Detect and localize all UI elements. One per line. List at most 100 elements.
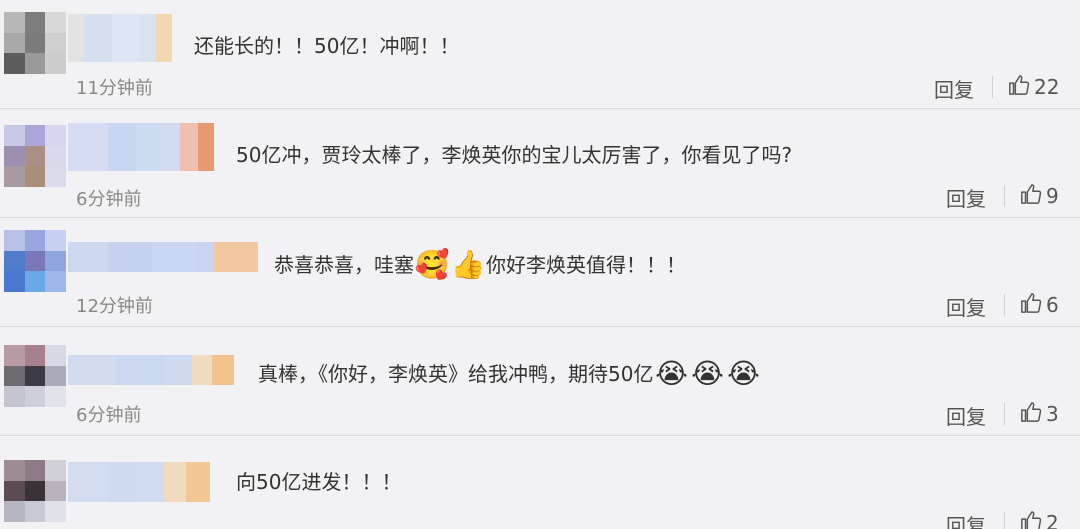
- avatar[interactable]: [4, 230, 66, 292]
- like-button[interactable]: 3: [1020, 399, 1059, 429]
- thumbs-up-icon: [1020, 182, 1042, 211]
- comment-time: 6分钟前: [76, 405, 142, 426]
- reply-button[interactable]: 回复: [934, 74, 974, 103]
- avatar-pixel: [4, 386, 25, 407]
- nickname-pixel: [108, 123, 136, 171]
- reply-button[interactable]: 回复: [946, 183, 986, 212]
- avatar-pixel: [24, 230, 46, 251]
- avatar-pixel: [24, 145, 46, 167]
- divider: [1004, 185, 1005, 207]
- avatar[interactable]: [4, 460, 66, 522]
- reply-button[interactable]: 回复: [946, 401, 986, 430]
- nickname-pixel: [196, 242, 214, 272]
- nickname-pixel: [152, 242, 196, 272]
- thumbs-up-icon: [1020, 291, 1042, 320]
- avatar-pixel: [4, 230, 25, 251]
- reply-button[interactable]: 回复: [946, 292, 986, 321]
- nickname-pixel: [214, 242, 258, 272]
- avatar-pixel: [4, 480, 25, 502]
- reply-button[interactable]: 回复: [946, 510, 986, 529]
- comment-item: 向50亿进发！！！ 回复 2: [0, 436, 1080, 529]
- thumbs-up-emoji-icon: 👍: [450, 248, 486, 281]
- avatar-pixel: [45, 460, 66, 481]
- avatar-pixel: [4, 460, 25, 481]
- like-button[interactable]: 6: [1020, 290, 1059, 320]
- avatar-pixel: [24, 250, 46, 272]
- comment-item: 真棒，《你好，李焕英》给我冲鸭，期待50亿 😭 😭 😭 6分钟前 回复 3: [0, 327, 1080, 436]
- avatar-pixel: [24, 32, 46, 54]
- avatar[interactable]: [4, 12, 66, 74]
- crying-emoji-icon: 😭: [727, 357, 760, 390]
- comment-text: 真棒，《你好，李焕英》给我冲鸭，期待50亿 😭 😭 😭: [258, 357, 761, 391]
- nickname-pixel: [68, 355, 116, 385]
- nickname-pixel: [180, 123, 198, 171]
- nickname-pixel: [156, 14, 172, 62]
- like-count: 9: [1046, 184, 1059, 208]
- avatar-pixel: [24, 125, 46, 146]
- avatar-pixel: [4, 125, 25, 146]
- divider: [1004, 294, 1005, 316]
- avatar-pixel: [45, 365, 66, 387]
- avatar-pixel: [24, 12, 46, 33]
- avatar-pixel: [45, 145, 66, 167]
- comment-text: 向50亿进发！！！: [236, 468, 401, 496]
- crying-emoji-icon: 😭: [655, 357, 688, 390]
- nickname-blurred[interactable]: [68, 355, 234, 385]
- nickname-pixel: [212, 355, 234, 385]
- nickname-pixel: [68, 123, 108, 171]
- comment-item: 50亿冲，贾玲太棒了，李焕英你的宝儿太厉害了，你看见了吗? 6分钟前 回复 9: [0, 109, 1080, 218]
- comment-item: 恭喜恭喜，哇塞 🥰 👍 你好李焕英值得！！！ 12分钟前 回复 6: [0, 218, 1080, 327]
- avatar-pixel: [24, 166, 46, 187]
- thumbs-up-icon: [1008, 73, 1030, 102]
- nickname-pixel: [108, 242, 152, 272]
- comment-text-content: 还能长的！！50亿！冲啊！！: [194, 34, 460, 58]
- nickname-pixel: [136, 123, 164, 171]
- like-button[interactable]: 2: [1020, 508, 1059, 529]
- nickname-pixel: [140, 14, 156, 62]
- avatar-pixel: [4, 53, 25, 74]
- avatar-pixel: [4, 250, 25, 272]
- avatar-pixel: [24, 365, 46, 387]
- avatar-pixel: [4, 32, 25, 54]
- divider: [1004, 512, 1005, 529]
- nickname-pixel: [108, 462, 136, 502]
- divider: [992, 76, 993, 98]
- like-button[interactable]: 9: [1020, 181, 1059, 211]
- comment-text-content: 真棒，《你好，李焕英》给我冲鸭，期待50亿: [258, 362, 654, 386]
- comment-time: 6分钟前: [76, 189, 142, 210]
- nickname-blurred[interactable]: [68, 123, 214, 171]
- like-count: 22: [1034, 75, 1060, 99]
- like-count: 6: [1046, 293, 1059, 317]
- nickname-pixel: [192, 355, 212, 385]
- comment-time: 12分钟前: [76, 296, 153, 317]
- avatar[interactable]: [4, 125, 66, 187]
- nickname-pixel: [198, 123, 214, 171]
- thumbs-up-icon: [1020, 509, 1042, 529]
- nickname-blurred[interactable]: [68, 14, 172, 62]
- nickname-pixel: [112, 14, 140, 62]
- avatar-pixel: [24, 480, 46, 502]
- avatar[interactable]: [4, 345, 66, 407]
- nickname-pixel: [164, 355, 192, 385]
- like-count: 3: [1046, 402, 1059, 426]
- nickname-pixel: [116, 355, 164, 385]
- comment-text: 恭喜恭喜，哇塞 🥰 👍 你好李焕英值得！！！: [274, 248, 686, 282]
- nickname-pixel: [136, 462, 164, 502]
- avatar-pixel: [24, 271, 46, 292]
- avatar-pixel: [45, 32, 66, 54]
- nickname-pixel: [68, 14, 84, 62]
- like-button[interactable]: 22: [1008, 72, 1059, 102]
- avatar-pixel: [24, 386, 46, 407]
- avatar-pixel: [24, 460, 46, 481]
- avatar-pixel: [4, 365, 25, 387]
- comment-text: 50亿冲，贾玲太棒了，李焕英你的宝儿太厉害了，你看见了吗?: [236, 141, 792, 169]
- nickname-pixel: [68, 242, 108, 272]
- avatar-pixel: [45, 166, 66, 187]
- avatar-pixel: [4, 271, 25, 292]
- comment-list: 还能长的！！50亿！冲啊！！ 11分钟前 回复 22 50亿冲，贾玲太棒了，李焕…: [0, 0, 1080, 529]
- comment-text-content: 50亿冲，贾玲太棒了，李焕英你的宝儿太厉害了，你看见了吗?: [236, 143, 793, 167]
- avatar-pixel: [45, 250, 66, 272]
- nickname-pixel: [186, 462, 210, 502]
- nickname-blurred[interactable]: [68, 462, 214, 502]
- nickname-blurred[interactable]: [68, 242, 258, 272]
